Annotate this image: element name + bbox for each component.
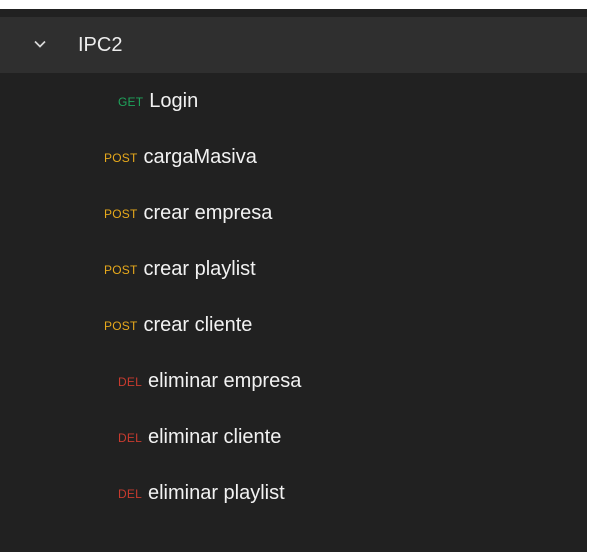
method-badge: GET	[118, 95, 144, 109]
request-name: Login	[149, 89, 199, 112]
request-name: eliminar playlist	[147, 481, 285, 504]
request-name: eliminar cliente	[147, 425, 282, 448]
request-item-eliminar-cliente[interactable]: DEL eliminar cliente	[118, 409, 281, 465]
method-badge: POST	[104, 263, 138, 277]
collection-sidebar: IPC2 GET Login POST cargaMasiva POST cre…	[0, 9, 587, 552]
method-badge: POST	[104, 151, 138, 165]
request-name: crear empresa	[143, 201, 273, 224]
request-item-eliminar-playlist[interactable]: DEL eliminar playlist	[118, 465, 285, 521]
method-badge: POST	[104, 319, 138, 333]
request-name: cargaMasiva	[143, 145, 257, 168]
request-item-crear-cliente[interactable]: POST crear cliente	[104, 297, 252, 353]
request-name: eliminar empresa	[147, 369, 302, 392]
method-badge: DEL	[118, 431, 142, 445]
request-name: crear playlist	[143, 257, 256, 280]
collection-header-ipc2[interactable]: IPC2	[0, 17, 587, 73]
chevron-down-icon[interactable]	[32, 36, 48, 52]
request-item-login[interactable]: GET Login	[118, 73, 198, 129]
request-item-crear-playlist[interactable]: POST crear playlist	[104, 241, 256, 297]
collection-name: IPC2	[78, 34, 123, 56]
request-name: crear cliente	[143, 313, 253, 336]
method-badge: POST	[104, 207, 138, 221]
method-badge: DEL	[118, 375, 142, 389]
request-item-cargamasiva[interactable]: POST cargaMasiva	[104, 129, 257, 185]
request-item-eliminar-empresa[interactable]: DEL eliminar empresa	[118, 353, 301, 409]
method-badge: DEL	[118, 487, 142, 501]
request-item-crear-empresa[interactable]: POST crear empresa	[104, 185, 272, 241]
